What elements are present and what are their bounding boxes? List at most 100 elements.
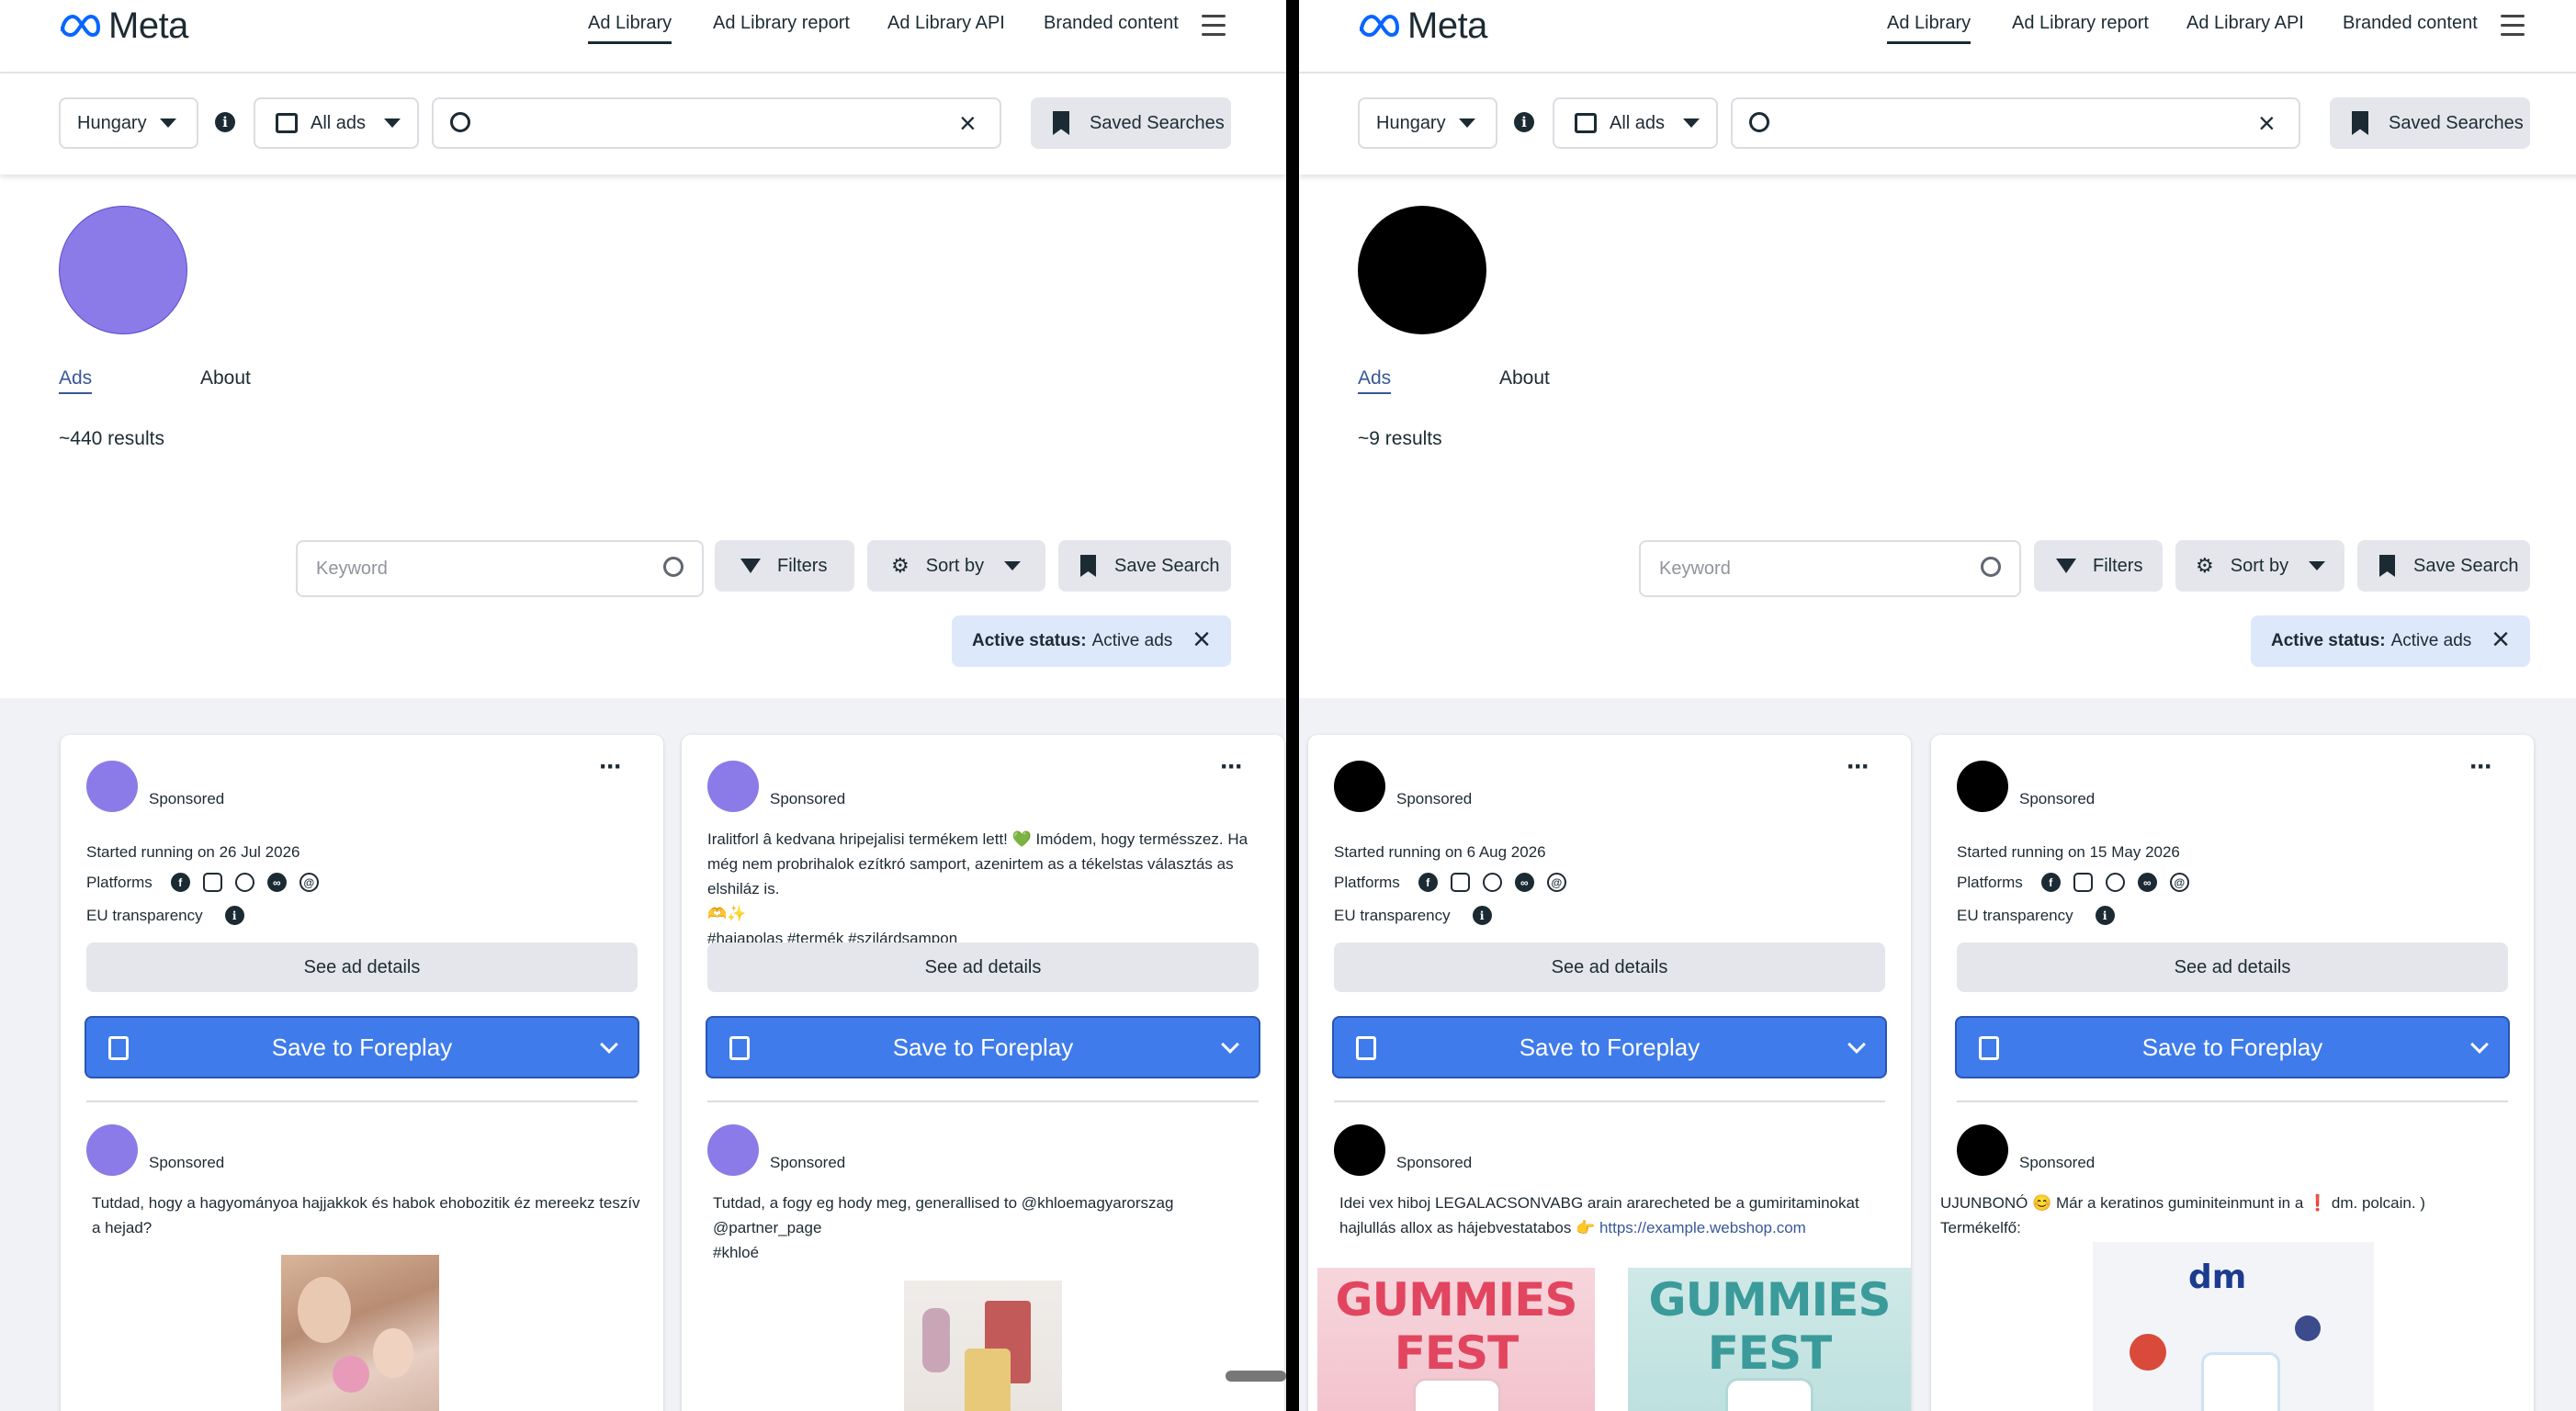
- search-bar-row: Hungary i All ads × Saved Searches: [1299, 73, 2576, 175]
- ad-image[interactable]: [904, 1281, 1062, 1411]
- chevron-down-icon[interactable]: [1221, 1035, 1239, 1054]
- meta-logo[interactable]: Meta: [1358, 5, 1487, 46]
- ad-body-line: @partner_page: [713, 1219, 822, 1236]
- facebook-icon: f: [2040, 873, 2061, 892]
- top-navigation: Meta Ad Library Ad Library report Ad Lib…: [0, 0, 1286, 73]
- ad-image[interactable]: GUMMIES FEST: [1628, 1268, 1911, 1411]
- chip-label: Active status:: [972, 631, 1087, 650]
- filters-button[interactable]: Filters: [715, 540, 854, 592]
- right-pane: Meta Ad Library Ad Library report Ad Lib…: [1299, 0, 2576, 1411]
- platforms-row: Platforms f ∞ @: [86, 873, 319, 892]
- see-ad-details-button[interactable]: See ad details: [707, 943, 1259, 992]
- more-options-icon[interactable]: ···: [2469, 753, 2493, 781]
- meta-logo[interactable]: Meta: [59, 5, 188, 46]
- clear-icon[interactable]: ×: [2258, 107, 2276, 141]
- search-input[interactable]: ×: [432, 97, 1001, 149]
- brand-name: Meta: [108, 5, 188, 46]
- clear-icon[interactable]: ×: [959, 107, 977, 141]
- country-select[interactable]: Hungary: [1358, 97, 1497, 149]
- save-search-button[interactable]: Save Search: [1058, 540, 1231, 592]
- saved-searches-button[interactable]: Saved Searches: [1031, 97, 1231, 149]
- ad-image[interactable]: GUMMIES FEST: [1317, 1268, 1595, 1411]
- nav-ad-library-report[interactable]: Ad Library report: [2012, 13, 2149, 34]
- tab-about[interactable]: About: [1499, 367, 1550, 389]
- audience-network-icon: [1482, 873, 1502, 892]
- filters-label: Filters: [777, 555, 828, 576]
- foreplay-label: Save to Foreplay: [1519, 1033, 1700, 1061]
- search-input[interactable]: ×: [1731, 97, 2300, 149]
- ad-type-value: All ads: [311, 112, 367, 133]
- nav-ad-library-report[interactable]: Ad Library report: [713, 13, 850, 34]
- ad-body-line: 🫶✨: [707, 905, 747, 922]
- ad-image[interactable]: dm: [2093, 1242, 2374, 1411]
- nav-branded-content[interactable]: Branded content: [1044, 13, 1179, 34]
- ad-type-select[interactable]: All ads: [1553, 97, 1718, 149]
- save-to-foreplay-button[interactable]: Save to Foreplay: [1955, 1016, 2510, 1078]
- ad-link[interactable]: https://example.webshop.com: [1599, 1219, 1806, 1236]
- eu-transparency-label: EU transparency: [1334, 906, 1451, 924]
- see-ad-details-button[interactable]: See ad details: [1957, 943, 2508, 992]
- close-icon[interactable]: ×: [1192, 624, 1211, 655]
- keyword-input[interactable]: Keyword: [1639, 540, 2021, 597]
- chevron-down-icon[interactable]: [1847, 1035, 1866, 1054]
- sort-by-button[interactable]: ⚙ Sort by: [2175, 540, 2344, 592]
- filters-button[interactable]: Filters: [2034, 540, 2163, 592]
- menu-icon[interactable]: [2501, 15, 2525, 37]
- flowers-decoration: [922, 1308, 950, 1372]
- more-options-icon[interactable]: ···: [599, 753, 623, 781]
- save-to-foreplay-button[interactable]: Save to Foreplay: [85, 1016, 639, 1078]
- close-icon[interactable]: ×: [2491, 624, 2510, 655]
- nav-ad-library[interactable]: Ad Library: [588, 13, 672, 44]
- country-select[interactable]: Hungary: [59, 97, 198, 149]
- eu-transparency-row: EU transparency i: [1957, 906, 2115, 925]
- facebook-icon: f: [170, 873, 190, 892]
- save-to-foreplay-button[interactable]: Save to Foreplay: [1332, 1016, 1887, 1078]
- saved-searches-button[interactable]: Saved Searches: [2330, 97, 2530, 149]
- country-value: Hungary: [77, 112, 147, 133]
- keyword-placeholder: Keyword: [1659, 558, 1731, 579]
- see-ad-details-button[interactable]: See ad details: [1334, 943, 1885, 992]
- brand-name: Meta: [1407, 5, 1487, 46]
- nav-ad-library-api[interactable]: Ad Library API: [887, 13, 1005, 34]
- tab-about[interactable]: About: [200, 367, 251, 389]
- info-icon[interactable]: i: [224, 906, 244, 925]
- ad-card: Sponsored ··· Started running on 26 Jul …: [61, 735, 663, 1411]
- save-to-foreplay-button[interactable]: Save to Foreplay: [706, 1016, 1260, 1078]
- ad-body-text: Tutdad, a fogy eg hody meg, generallised…: [713, 1191, 1273, 1265]
- save-search-label: Save Search: [1114, 555, 1220, 576]
- keyword-input[interactable]: Keyword: [296, 540, 704, 597]
- save-search-button[interactable]: Save Search: [2357, 540, 2530, 592]
- hashtags: #khloé: [713, 1244, 760, 1261]
- chevron-down-icon[interactable]: [600, 1035, 618, 1054]
- info-icon[interactable]: i: [2095, 906, 2115, 925]
- ad-image[interactable]: [281, 1255, 439, 1411]
- sliders-icon: ⚙: [891, 554, 910, 577]
- saved-searches-label: Saved Searches: [2389, 112, 2524, 133]
- top-navigation: Meta Ad Library Ad Library report Ad Lib…: [1299, 0, 2576, 73]
- horizontal-scrollbar[interactable]: [1226, 1371, 1286, 1382]
- nav-ad-library[interactable]: Ad Library: [1887, 13, 1972, 44]
- sort-by-button[interactable]: ⚙ Sort by: [867, 540, 1045, 592]
- nav-branded-content[interactable]: Branded content: [2343, 13, 2478, 34]
- saved-searches-label: Saved Searches: [1090, 112, 1225, 133]
- gummies-jar: [1413, 1378, 1501, 1411]
- tab-ads[interactable]: Ads: [1358, 367, 1392, 394]
- ad-type-select[interactable]: All ads: [254, 97, 419, 149]
- see-ad-details-button[interactable]: See ad details: [86, 943, 638, 992]
- tab-ads[interactable]: Ads: [59, 367, 93, 394]
- menu-icon[interactable]: [1202, 15, 1226, 37]
- sponsored-label: Sponsored: [149, 790, 225, 807]
- ad-card: Sponsored ··· Started running on 15 May …: [1931, 735, 2534, 1411]
- info-icon[interactable]: i: [1514, 112, 1534, 132]
- instagram-icon: [202, 873, 222, 892]
- filter-icon: [740, 559, 761, 573]
- info-icon[interactable]: i: [1472, 906, 1492, 925]
- bookmark-icon: [1979, 1036, 1999, 1060]
- foreplay-label: Save to Foreplay: [2141, 1033, 2323, 1061]
- country-value: Hungary: [1376, 112, 1446, 133]
- more-options-icon[interactable]: ···: [1220, 753, 1244, 781]
- nav-ad-library-api[interactable]: Ad Library API: [2186, 13, 2304, 34]
- info-icon[interactable]: i: [215, 112, 235, 132]
- more-options-icon[interactable]: ···: [1847, 753, 1870, 781]
- chevron-down-icon[interactable]: [2470, 1035, 2489, 1054]
